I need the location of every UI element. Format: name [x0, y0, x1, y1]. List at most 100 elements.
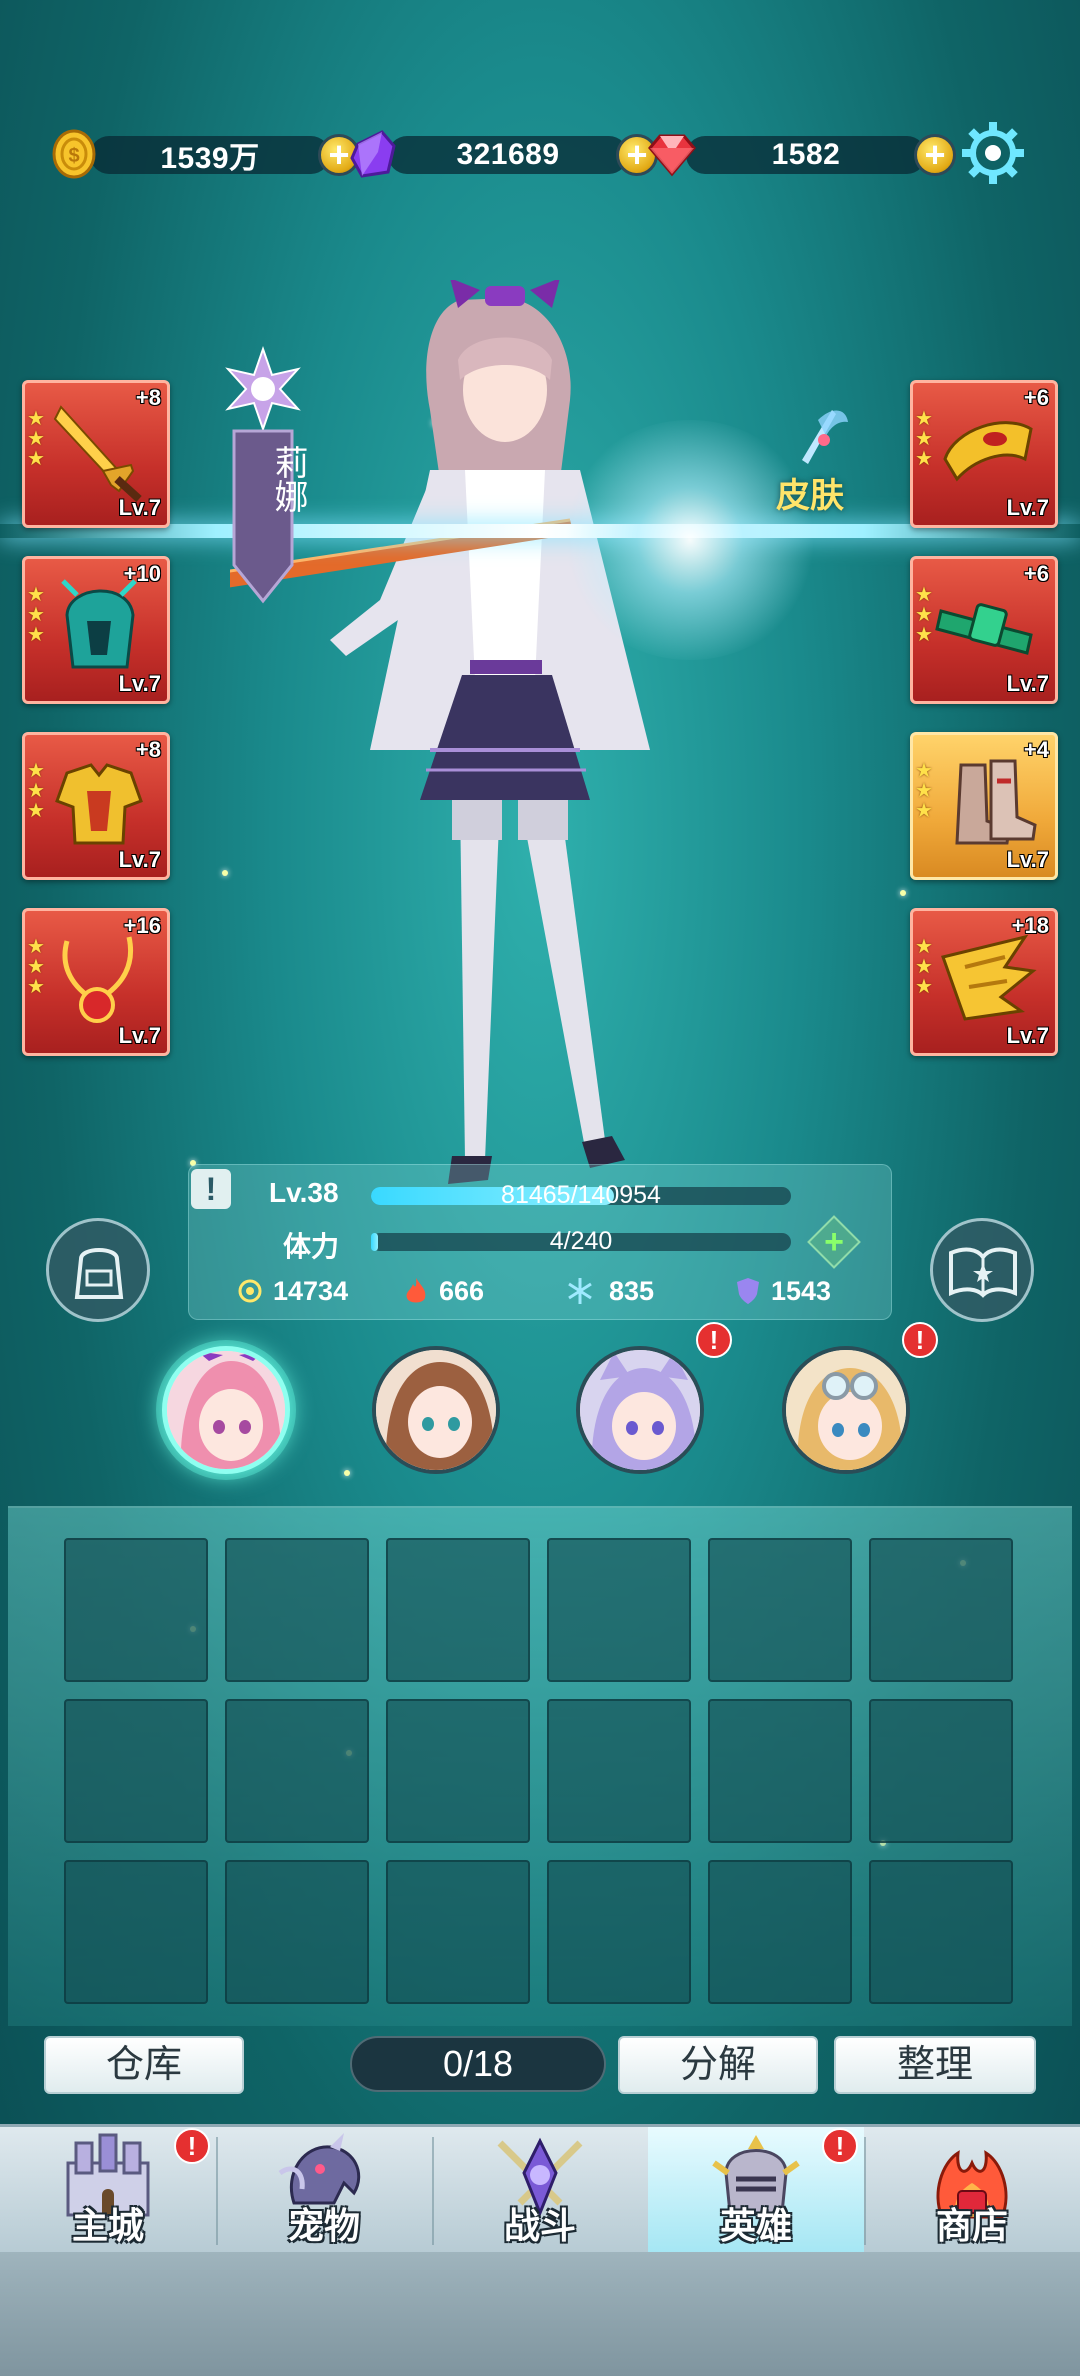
sparkle	[900, 890, 906, 896]
stamina-text: 4/240	[549, 1227, 613, 1255]
inventory-slot[interactable]	[708, 1699, 852, 1843]
inventory-slot[interactable]	[225, 1860, 369, 2004]
gold-amount: 1539万	[90, 136, 330, 175]
sort-button[interactable]: 整理	[834, 2036, 1036, 2094]
power-value: 14734	[273, 1275, 349, 1306]
inventory-slot[interactable]	[869, 1538, 1013, 1682]
star-rating: ★ ★ ★	[27, 760, 45, 822]
nav-label: 主城	[71, 2205, 144, 2246]
inventory-slot[interactable]	[225, 1538, 369, 1682]
golden-wing-icon	[941, 934, 1037, 1021]
star-rating: ★ ★ ★	[915, 408, 933, 470]
nav-label: 宠物	[287, 2205, 360, 2246]
frost-value: 835	[609, 1275, 655, 1306]
item-level: Lv.7	[1006, 1023, 1049, 1048]
skin-label: 皮肤	[776, 477, 844, 515]
nav-battle[interactable]: 战斗	[432, 2127, 648, 2255]
skin-button[interactable]: 皮肤	[772, 400, 882, 520]
item-level: Lv.7	[118, 1023, 161, 1048]
backpack-button[interactable]	[46, 1218, 150, 1322]
necklace-icon	[62, 936, 133, 1023]
hero-portrait-2[interactable]	[372, 1346, 500, 1474]
equip-slot-wing[interactable]: +18 ★ ★ ★ Lv.7	[910, 908, 1058, 1056]
equip-slot-bracer[interactable]: +6 ★ ★ ★ Lv.7	[910, 380, 1058, 528]
gold-coin-icon: $	[52, 129, 96, 179]
shield-icon	[737, 1278, 759, 1304]
nav-hero-alert-badge: !	[822, 2128, 858, 2164]
gear-icon[interactable]	[960, 120, 1026, 186]
equip-slot-armor[interactable]: +8 ★ ★ ★ Lv.7	[22, 732, 170, 880]
inventory-slot[interactable]	[869, 1699, 1013, 1843]
equip-slot-necklace[interactable]: +16 ★ ★ ★ Lv.7	[22, 908, 170, 1056]
sparkle	[222, 870, 228, 876]
inventory-slot[interactable]	[547, 1699, 691, 1843]
item-level: Lv.7	[1006, 671, 1049, 696]
inventory-slot[interactable]	[547, 1538, 691, 1682]
nav-pet[interactable]: 宠物	[216, 2127, 432, 2255]
warehouse-button[interactable]: 仓库	[44, 2036, 244, 2094]
inventory-slot[interactable]	[64, 1699, 208, 1843]
hero-brown-hair-avatar	[376, 1350, 496, 1470]
purple-crystal-icon	[350, 130, 396, 178]
nav-shop[interactable]: 商店	[864, 2127, 1080, 2255]
inventory-slot[interactable]	[708, 1860, 852, 2004]
footer-decoration	[0, 2252, 1080, 2376]
sparkle	[344, 1470, 350, 1476]
equip-slot-boots[interactable]: +4 ★ ★ ★ Lv.7	[910, 732, 1058, 880]
inventory-slot[interactable]	[547, 1860, 691, 2004]
boots-icon	[955, 759, 1037, 845]
backpack-icon	[74, 1248, 124, 1299]
bracer-icon	[943, 421, 1033, 482]
hero-portrait-1[interactable]	[162, 1346, 290, 1474]
attack-stat: 666	[401, 1271, 484, 1311]
hero-4-alert-badge: !	[902, 1322, 938, 1358]
star-rating: ★ ★ ★	[27, 408, 45, 470]
item-level: Lv.7	[1006, 847, 1049, 872]
hero-portrait-3[interactable]	[576, 1346, 704, 1474]
svg-text:$: $	[68, 145, 79, 167]
item-level: Lv.7	[118, 847, 161, 872]
nav-label: 商店	[935, 2205, 1008, 2246]
nav-main-city-alert-badge: !	[174, 2128, 210, 2164]
book-icon	[949, 1247, 1017, 1298]
nav-label: 英雄	[719, 2205, 792, 2246]
equip-slot-weapon[interactable]: +8 ★ ★ ★ Lv.7	[22, 380, 170, 528]
equip-slot-belt[interactable]: +6 ★ ★ ★ Lv.7	[910, 556, 1058, 704]
skin-wing-icon	[802, 410, 848, 464]
item-level: Lv.7	[118, 495, 161, 520]
skill-book-button[interactable]	[930, 1218, 1034, 1322]
hero-goggles-avatar	[786, 1350, 906, 1470]
nav-label: 战斗	[503, 2205, 576, 2246]
inventory-slot[interactable]	[64, 1860, 208, 2004]
inventory-slot[interactable]	[64, 1538, 208, 1682]
red-gem-icon	[648, 134, 696, 177]
decompose-button[interactable]: 分解	[618, 2036, 818, 2094]
info-icon[interactable]: !	[191, 1169, 231, 1209]
hero-3-alert-badge: !	[696, 1322, 732, 1358]
power-stat: 14734	[235, 1271, 348, 1311]
add-ruby-button[interactable]: +	[914, 134, 956, 176]
exp-text: 81465/140954	[501, 1181, 661, 1209]
star-rating: ★ ★ ★	[27, 936, 45, 998]
add-stamina-button[interactable]: +	[807, 1215, 861, 1269]
equip-slot-helmet[interactable]: +10 ★ ★ ★ Lv.7	[22, 556, 170, 704]
attack-value: 666	[439, 1275, 485, 1306]
hero-portrait-4[interactable]	[782, 1346, 910, 1474]
inventory-slot[interactable]	[225, 1699, 369, 1843]
item-level: Lv.7	[118, 671, 161, 696]
inventory-slot[interactable]	[386, 1538, 530, 1682]
hero-name: 莉娜	[269, 445, 307, 513]
star-rating: ★ ★ ★	[27, 584, 45, 646]
ruby-amount: 1582	[686, 136, 926, 174]
bottom-nav: 主城 宠物 战斗 英雄 商店	[0, 2124, 1080, 2255]
frost-stat: 835	[565, 1271, 654, 1311]
star-rating: ★ ★ ★	[915, 760, 933, 822]
inventory-slot[interactable]	[386, 1860, 530, 2004]
crystal-amount: 321689	[388, 136, 628, 174]
inventory-slot[interactable]	[708, 1538, 852, 1682]
belt-icon	[935, 603, 1033, 655]
inventory-slot[interactable]	[386, 1699, 530, 1843]
inventory-slot[interactable]	[869, 1860, 1013, 2004]
hero-cat-ears-avatar	[580, 1350, 700, 1470]
hero-name-banner: 莉娜	[225, 345, 307, 605]
